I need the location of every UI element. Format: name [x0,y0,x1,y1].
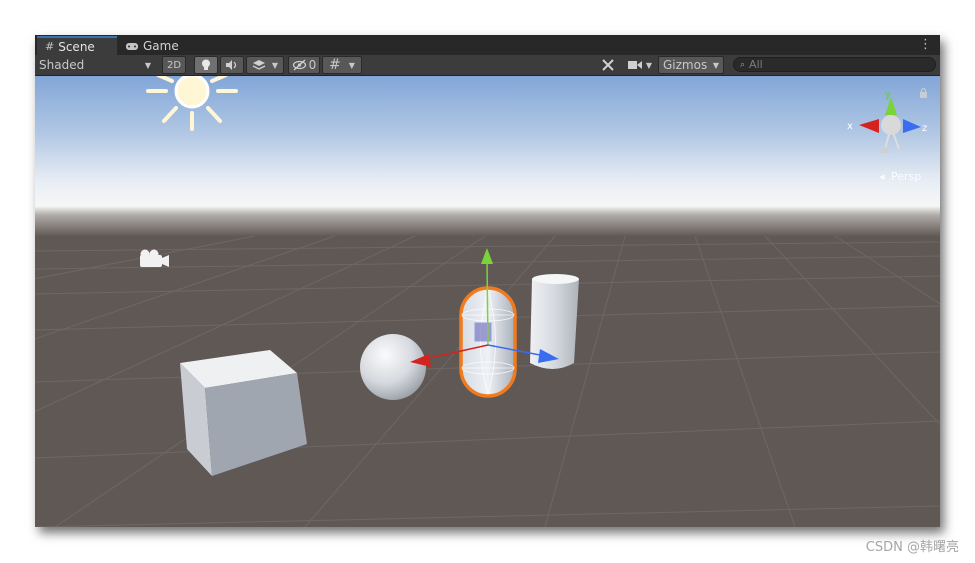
camera-icon [627,61,642,69]
axis-x-label: x [847,121,853,132]
tools-icon [602,59,614,71]
scene-canvas[interactable]: y x z ◂ Persp [35,76,940,527]
skybox [35,76,940,206]
scene-window: # Scene Game ⋮ Shaded ▼ 2D ▼ 0 # ▼ ▼ Giz… [35,35,940,527]
shading-mode-dropdown[interactable]: Shaded ▼ [35,56,155,74]
grid-icon: # [329,57,341,73]
projection-mode-label[interactable]: Persp [891,170,921,183]
horizon [35,206,940,236]
camera-dropdown[interactable]: ▼ [623,56,657,74]
gizmos-label: Gizmos [663,58,708,72]
eye-slash-icon [292,59,306,71]
scene-viewport[interactable]: y x z ◂ Persp [35,76,940,527]
gizmos-dropdown[interactable]: Gizmos ▼ [658,56,724,74]
watermark: CSDN @韩曙亮 [865,540,959,555]
chevron-down-icon: ▼ [712,60,719,70]
search-icon: ⌕ [740,59,746,70]
hidden-object-count: 0 [308,58,317,72]
scene-visibility-button[interactable]: 0 [288,56,320,74]
axis-z-label: z [922,123,927,134]
grid-dropdown[interactable]: # ▼ [322,56,362,74]
tab-bar: # Scene Game ⋮ [35,35,940,55]
tab-game[interactable]: Game [117,36,193,55]
chevron-down-icon: ▼ [645,60,653,70]
chevron-down-icon: ▼ [271,60,279,70]
chevron-down-icon: ▼ [348,60,355,70]
toggle-2d-button[interactable]: 2D [162,56,186,74]
tab-scene[interactable]: # Scene [37,36,117,55]
effects-dropdown[interactable]: ▼ [246,56,284,74]
gamepad-icon [126,42,138,50]
toggle-2d-label: 2D [166,59,182,71]
lighting-toggle-button[interactable] [194,56,218,74]
axis-y-label: y [885,89,891,100]
projection-arrow-icon: ◂ [879,170,885,183]
hash-icon: # [45,40,55,53]
search-input[interactable]: ⌕ All [733,57,936,72]
tab-scene-label: Scene [58,39,95,54]
speaker-icon [226,60,237,70]
audio-toggle-button[interactable] [220,56,244,74]
more-options-icon[interactable]: ⋮ [919,37,932,52]
chevron-down-icon: ▼ [144,60,151,70]
layers-icon [252,60,266,70]
scene-toolbar: Shaded ▼ 2D ▼ 0 # ▼ ▼ Gizmos ▼ ⌕ All [35,55,940,76]
shading-mode-label: Shaded [39,58,85,72]
lightbulb-icon [202,59,210,70]
tab-game-label: Game [143,38,179,53]
sphere-object[interactable] [360,334,426,400]
tools-button[interactable] [597,56,619,74]
search-placeholder: All [749,58,763,71]
